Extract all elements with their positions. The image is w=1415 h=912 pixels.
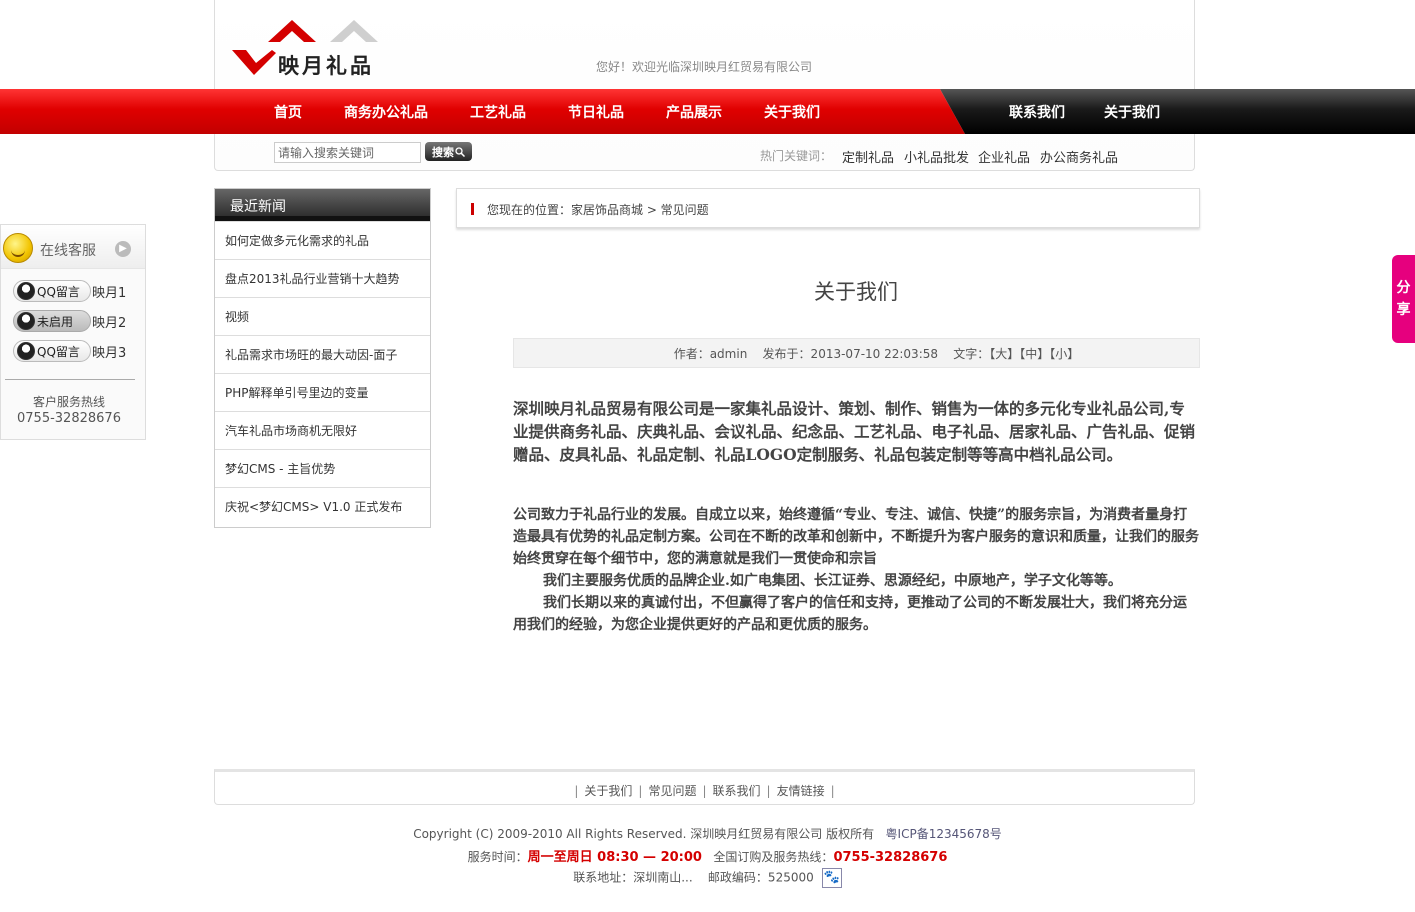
nav-item-craft-gifts[interactable]: 工艺礼品 [470,102,526,122]
paw-stat-icon[interactable]: 🐾 [821,868,842,888]
qq-penguin-icon [17,312,35,330]
recent-news-title: 最近新闻 [215,189,430,221]
news-item[interactable]: 庆祝<梦幻CMS> V1.0 正式发布 [215,487,430,525]
news-item[interactable]: 汽车礼品市场商机无限好 [215,411,430,449]
logo-text: 映月礼品 [278,53,374,78]
footer-copyright-line: Copyright (C) 2009-2010 All Rights Reser… [0,825,1415,842]
qq-contact: 未启用 映月2 [13,309,126,333]
qq-penguin-icon [17,342,35,360]
hotline-label: 客户服务热线 [32,395,105,409]
qq-contact-name: 映月2 [92,315,127,331]
breadcrumb: 您现在的位置：家居饰品商城 > 常见问题 [456,188,1200,228]
article-body: 公司致力于礼品行业的发展。自成立以来，始终遵循“专业、专注、诚信、快捷”的服务宗… [513,504,1200,636]
share-button[interactable]: 分 享 [1392,255,1415,343]
welcome-text: 您好！欢迎光临深圳映月红贸易有限公司 [596,60,813,74]
nav-item-holiday-gifts[interactable]: 节日礼品 [568,102,624,122]
footer-link-about[interactable]: 关于我们 [584,784,632,798]
nav-item-home[interactable]: 首页 [274,102,302,122]
footer-hours-line: 服务时间：周一至周日 08:30 — 20:00 全国订购及服务热线：0755-… [0,846,1415,865]
breadcrumb-text[interactable]: 您现在的位置：家居饰品商城 > 常见问题 [487,201,709,218]
qq-contact-name: 映月3 [92,345,127,361]
qq-disabled-button[interactable]: 未启用 [13,310,91,332]
news-item[interactable]: 视频 [215,297,430,335]
search-icon [455,146,465,157]
smiley-icon [3,233,33,263]
footer-link-contact[interactable]: 联系我们 [713,784,761,798]
service-hours: 周一至周日 08:30 — 20:00 [527,850,702,865]
article-paragraph: 我们长期以来的真诚付出，不但赢得了客户的信任和支持，更推动了公司的不断发展壮大，… [513,595,1187,633]
qq-contact-name: 映月1 [92,285,127,301]
footer-link-faq[interactable]: 常见问题 [648,784,696,798]
phone-label: 全国订购及服务热线： [713,850,834,864]
hot-keywords-label: 热门关键词： [760,149,833,163]
online-service-panel: 在线客服 ▶ QQ留言 映月1 未启用 映月2 QQ留言 映月3 客户服务热线 … [0,224,146,440]
copyright-text: Copyright (C) 2009-2010 All Rights Reser… [413,827,875,841]
article-paragraph: 深圳映月礼品贸易有限公司是一家集礼品设计、策划、制作、销售为一体的多元化专业礼品… [513,399,1196,464]
footer-link-friends[interactable]: 友情链接 [777,784,825,798]
online-service-header: 在线客服 ▶ [1,225,145,269]
hotline-number: 0755-32828676 [17,411,121,426]
search-button-label: 搜索 [432,145,454,159]
news-item[interactable]: 梦幻CMS - 主旨优势 [215,449,430,487]
search-input[interactable] [274,142,421,163]
hot-keyword[interactable]: 办公商务礼品 [1040,147,1118,166]
hours-label: 服务时间： [467,850,528,864]
news-item[interactable]: 礼品需求市场旺的最大动因-面子 [215,335,430,373]
qq-message-button[interactable]: QQ留言 [13,280,91,302]
icp-link[interactable]: 粤ICP备12345678号 [886,827,1002,841]
news-item[interactable]: PHP解释单引号里边的变量 [215,373,430,411]
address-text: 联系地址：深圳南山... 邮政编码：525000 [573,870,814,885]
qq-contact: QQ留言 映月3 [13,339,126,363]
recent-news-panel: 最近新闻 如何定做多元化需求的礼品 盘点2013礼品行业营销十大趋势 视频 礼品… [214,188,431,528]
online-service-title: 在线客服 [40,243,96,259]
footer-address-line: 联系地址：深圳南山... 邮政编码：525000 🐾 [0,868,1415,888]
nav-item-products[interactable]: 产品展示 [666,102,722,122]
article-meta: 作者：admin 发布于：2013-07-10 22:03:58 文字：【大】【… [513,338,1200,368]
footer-nav: | 关于我们 | 常见问题 | 联系我们 | 友情链接 | [214,769,1195,805]
article-paragraph: 我们主要服务优质的品牌企业.如广电集团、长江证券、思源经纪，中原地产，学子文化等… [543,573,1122,589]
breadcrumb-marker [471,203,474,215]
qq-contact: QQ留言 映月1 [13,279,126,303]
collapse-arrow-icon[interactable]: ▶ [115,241,131,257]
hot-keyword[interactable]: 小礼品批发 [904,147,969,166]
hot-keyword[interactable]: 企业礼品 [978,147,1030,166]
article-title: 关于我们 [814,280,898,304]
qq-message-button[interactable]: QQ留言 [13,340,91,362]
article-paragraph: 公司致力于礼品行业的发展。自成立以来，始终遵循“专业、专注、诚信、快捷”的服务宗… [513,507,1199,567]
service-phone: 0755-32828676 [833,850,948,865]
nav-item-about-right[interactable]: 关于我们 [1104,102,1160,122]
hot-keyword[interactable]: 定制礼品 [842,147,894,166]
nav-item-about[interactable]: 关于我们 [764,102,820,122]
news-item[interactable]: 如何定做多元化需求的礼品 [215,221,430,259]
nav-item-business-gifts[interactable]: 商务办公礼品 [344,102,428,122]
nav-item-contact[interactable]: 联系我们 [1009,102,1065,122]
divider [5,379,135,380]
qq-penguin-icon [17,282,35,300]
search-button[interactable]: 搜索 [425,142,472,161]
news-item[interactable]: 盘点2013礼品行业营销十大趋势 [215,259,430,297]
